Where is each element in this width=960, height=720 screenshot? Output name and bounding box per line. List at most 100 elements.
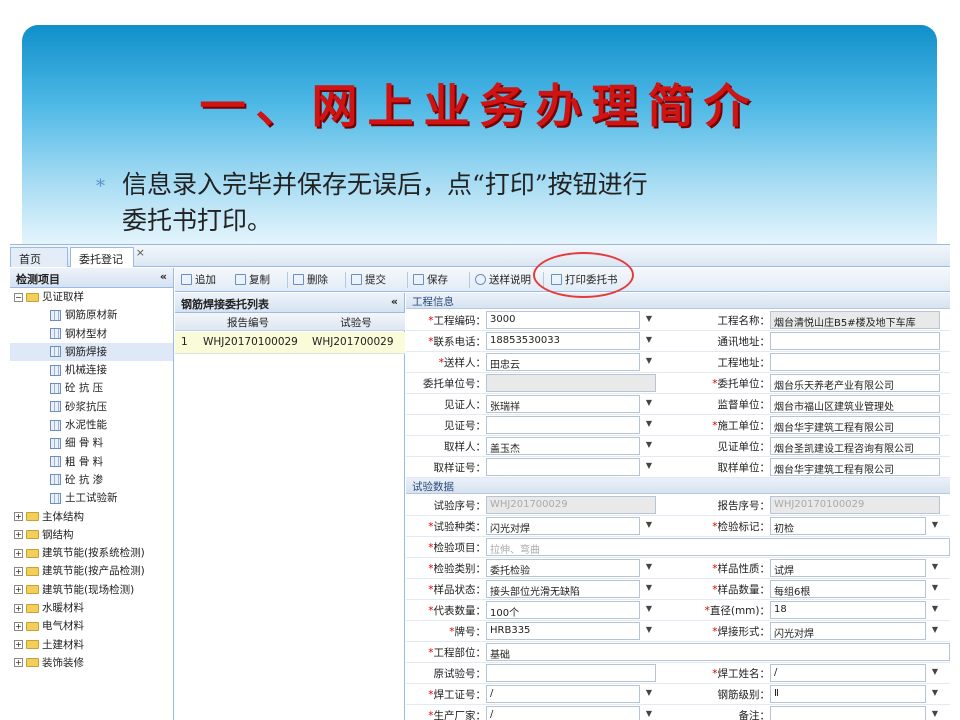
chevron-down-icon[interactable]: ▼ (642, 458, 656, 476)
phone-field[interactable]: 18853530033 (486, 332, 640, 350)
test-category-field[interactable]: 委托检验 (486, 559, 640, 577)
save-button[interactable]: 保存 (413, 272, 448, 288)
test-mark-field[interactable]: 初检 (770, 517, 926, 535)
welder-cert-field[interactable]: / (486, 685, 640, 703)
chevron-down-icon[interactable]: ▼ (642, 395, 656, 413)
tree-folder[interactable]: + 电气材料 (10, 617, 173, 635)
sample-note-button[interactable]: 送样说明 (475, 272, 531, 288)
chevron-down-icon[interactable]: ▼ (642, 517, 656, 535)
site-address-field[interactable] (770, 353, 940, 371)
col-test-number[interactable]: 试验号 (311, 315, 401, 330)
tree-item[interactable]: 水泥性能 (10, 416, 173, 434)
test-type-field[interactable]: 闪光对焊 (486, 517, 640, 535)
table-row[interactable]: 1 WHJ20170100029 WHJ201700029 (175, 332, 405, 354)
sample-state-field[interactable]: 接头部位光滑无缺陷 (486, 580, 640, 598)
diameter-field[interactable]: 18 (770, 601, 926, 619)
expand-toggle-icon[interactable]: + (14, 566, 23, 576)
chevron-down-icon[interactable]: ▼ (928, 685, 942, 703)
sample-count-field[interactable]: 每组6根 (770, 580, 926, 598)
expand-toggle-icon[interactable]: + (14, 640, 23, 650)
grade-field[interactable]: HRB335 (486, 622, 640, 640)
tree-folder[interactable]: + 主体结构 (10, 508, 173, 526)
address-field[interactable] (770, 332, 940, 350)
chevron-down-icon[interactable]: ▼ (928, 622, 942, 640)
project-name-field[interactable]: 烟台清悦山庄B5#楼及地下车库 (770, 311, 940, 329)
chevron-down-icon[interactable]: ▼ (642, 622, 656, 640)
steel-level-field[interactable]: Ⅱ (770, 685, 926, 703)
list-collapse-icon[interactable]: « (391, 295, 398, 308)
expand-toggle-icon[interactable]: + (14, 512, 23, 522)
tree-folder[interactable]: − 见证取样 (10, 288, 173, 306)
tree-item[interactable]: 机械连接 (10, 361, 173, 379)
tree-folder[interactable]: + 水暖材料 (10, 599, 173, 617)
witness-unit-field[interactable]: 烟台圣凯建设工程咨询有限公司 (770, 437, 940, 455)
orig-test-no-field[interactable] (486, 664, 656, 682)
sample-unit-field[interactable]: 烟台华宇建筑工程有限公司 (770, 458, 940, 476)
tree-item[interactable]: 钢筋原材新 (10, 306, 173, 324)
tree-item[interactable]: 钢筋焊接 (10, 342, 173, 362)
tree-item[interactable]: 砼 抗 压 (10, 379, 173, 397)
client-unit-field[interactable]: 烟台乐天养老产业有限公司 (770, 374, 940, 392)
chevron-down-icon[interactable]: ▼ (928, 706, 942, 720)
submit-button[interactable]: 提交 (351, 272, 386, 288)
tree-folder[interactable]: + 建筑节能(现场检测) (10, 581, 173, 599)
chevron-down-icon[interactable]: ▼ (928, 601, 942, 619)
tree-item[interactable]: 钢材型材 (10, 325, 173, 343)
chevron-down-icon[interactable]: ▼ (642, 437, 656, 455)
weld-form-field[interactable]: 闪光对焊 (770, 622, 926, 640)
chevron-down-icon[interactable]: ▼ (642, 332, 656, 350)
expand-toggle-icon[interactable]: + (14, 658, 23, 668)
tab-home[interactable]: 首页 (10, 247, 68, 267)
delete-button[interactable]: 删除 (293, 272, 328, 288)
sample-nature-field[interactable]: 试焊 (770, 559, 926, 577)
expand-toggle-icon[interactable]: + (14, 530, 23, 540)
tree-item[interactable]: 砼 抗 渗 (10, 471, 173, 489)
expand-toggle-icon[interactable]: + (14, 603, 23, 613)
rep-count-field[interactable]: 100个 (486, 601, 640, 619)
chevron-down-icon[interactable]: ▼ (642, 706, 656, 720)
tree-item[interactable]: 细 骨 料 (10, 434, 173, 452)
tree-folder[interactable]: + 土建材料 (10, 636, 173, 654)
chevron-down-icon[interactable]: ▼ (928, 517, 942, 535)
chevron-down-icon[interactable]: ▼ (642, 601, 656, 619)
test-items-field[interactable]: 拉伸、弯曲 (486, 538, 950, 556)
test-seq-field[interactable]: WHJ201700029 (486, 496, 656, 514)
chevron-down-icon[interactable]: ▼ (642, 311, 656, 329)
tree-folder[interactable]: + 装饰装修 (10, 654, 173, 672)
chevron-down-icon[interactable]: ▼ (928, 559, 942, 577)
tree-item[interactable]: 砂浆抗压 (10, 398, 173, 416)
chevron-down-icon[interactable]: ▼ (928, 664, 942, 682)
chevron-down-icon[interactable]: ▼ (642, 353, 656, 371)
remark-field[interactable] (770, 706, 926, 720)
sidebar-collapse-icon[interactable]: « (160, 270, 167, 283)
tab-entrust-register[interactable]: 委托登记 × (70, 246, 145, 267)
chevron-down-icon[interactable]: ▼ (642, 559, 656, 577)
tree-folder[interactable]: + 建筑节能(按系统检测) (10, 544, 173, 562)
welder-name-field[interactable]: / (770, 664, 926, 682)
tab-close-icon[interactable]: × (136, 246, 145, 259)
sampler-no-field[interactable] (486, 458, 640, 476)
chevron-down-icon[interactable]: ▼ (642, 416, 656, 434)
tree-folder[interactable]: + 建筑节能(按产品检测) (10, 562, 173, 580)
chevron-down-icon[interactable]: ▼ (642, 685, 656, 703)
copy-button[interactable]: 复制 (235, 272, 270, 288)
chevron-down-icon[interactable]: ▼ (928, 580, 942, 598)
tree-folder[interactable]: + 钢结构 (10, 526, 173, 544)
project-code-field[interactable]: 3000 (486, 311, 640, 329)
report-seq-field[interactable]: WHJ20170100029 (770, 496, 940, 514)
col-report-number[interactable]: 报告编号 (203, 315, 293, 330)
sender-field[interactable]: 田忠云 (486, 353, 640, 371)
project-part-field[interactable]: 基础 (486, 643, 950, 661)
expand-toggle-icon[interactable]: + (14, 585, 23, 595)
supervise-unit-field[interactable]: 烟台市福山区建筑业管理处 (770, 395, 940, 413)
unit-no-field[interactable] (486, 374, 656, 392)
construct-unit-field[interactable]: 烟台华宇建筑工程有限公司 (770, 416, 940, 434)
witness-field[interactable]: 张瑞祥 (486, 395, 640, 413)
chevron-down-icon[interactable]: ▼ (642, 580, 656, 598)
tree-item[interactable]: 土工试验新 (10, 489, 173, 507)
expand-toggle-icon[interactable]: + (14, 621, 23, 631)
add-button[interactable]: 追加 (181, 272, 216, 288)
witness-no-field[interactable] (486, 416, 640, 434)
manufacturer-field[interactable]: / (486, 706, 640, 720)
sampler-field[interactable]: 盖玉杰 (486, 437, 640, 455)
